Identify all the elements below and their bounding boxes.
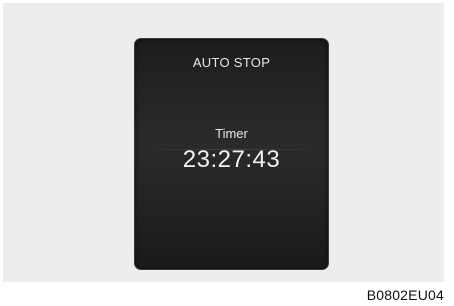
figure-code: B0802EU04 bbox=[366, 287, 444, 303]
cluster-display-screen: AUTO STOP Timer 23:27:43 bbox=[134, 38, 329, 270]
auto-stop-label: AUTO STOP bbox=[192, 55, 271, 70]
timer-label: Timer bbox=[215, 126, 248, 141]
timer-value: 23:27:43 bbox=[182, 146, 281, 173]
